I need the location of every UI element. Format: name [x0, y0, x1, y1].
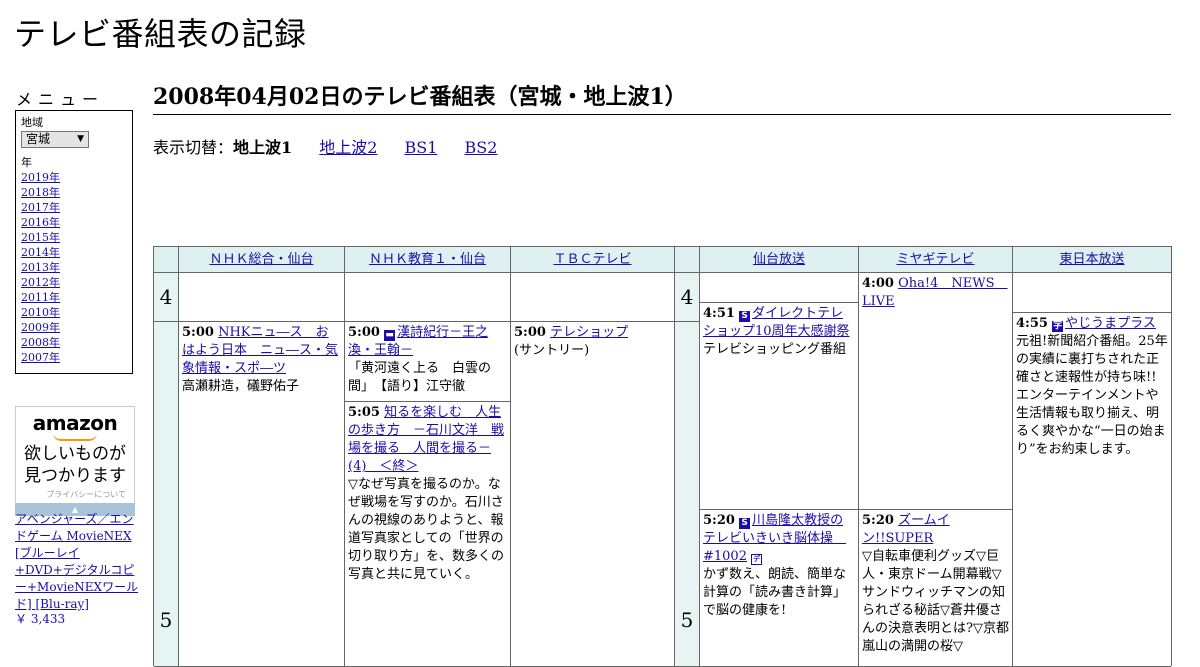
program-time: 5:00 — [348, 325, 380, 340]
data-broadcast-mark-icon: デ — [751, 554, 763, 565]
ad-product-link[interactable]: アベンジャーズ／エンドゲーム MovieNEX [ブルーレイ+DVD+デジタルコ… — [15, 511, 139, 613]
program-time: 5:20 — [862, 513, 894, 528]
program-cell: 4:00 Oha!4 NEWS LIVE — [859, 273, 1013, 510]
program-cell: 5:00 NHKニュ―ス おはよう日本 ニュ―ス・気象情報・スポ―ツ 高瀬耕造，… — [179, 322, 345, 667]
year-list: 2019年 2018年 2017年 2016年 2015年 2014年 2013… — [21, 170, 127, 365]
hour-cell: 5 — [154, 322, 179, 667]
hour-cell: 4 — [154, 273, 179, 322]
channel-header: ＮＨＫ教育１・仙台 — [345, 247, 511, 273]
program-cell: 5:20 ズームイン!!SUPER ▽自転車便利グッズ▽巨人・東京ドーム開幕戦▽… — [859, 510, 1013, 667]
program-time: 4:00 — [862, 276, 894, 291]
year-link[interactable]: 2016年 — [21, 216, 60, 229]
channel-link[interactable]: ＮＨＫ総合・仙台 — [209, 252, 313, 267]
program-time: 4:55 — [1016, 316, 1048, 331]
hour-header-middle — [675, 247, 700, 273]
program-desc: (サントリー) — [514, 343, 590, 358]
ad-text-line-2: 見つかります — [24, 466, 126, 486]
program-cell: 4:55 字やじうまプラス 元祖!新聞紹介番組。25年の実績に裏打ちされた正確さ… — [1013, 313, 1171, 667]
program-time: 4:51 — [703, 306, 735, 321]
amazon-ad-banner[interactable]: amazon 欲しいものが 見つかります プライバシーについて ▲ — [15, 406, 135, 516]
empty-slot — [1013, 273, 1171, 313]
hour-label: 5 — [159, 608, 173, 632]
ad-text-line-1: 欲しいものが — [24, 444, 126, 464]
switch-link-chijo2[interactable]: 地上波2 — [319, 138, 377, 157]
ad-privacy-link[interactable]: プライバシーについて — [16, 489, 134, 500]
hour-cell: 4 — [675, 273, 700, 322]
channel-link[interactable]: ＴＢＣテレビ — [553, 252, 631, 267]
program-desc: 高瀬耕造，礒野佑子 — [182, 379, 300, 394]
region-label: 地域 — [21, 116, 43, 129]
program-grid: ＮＨＫ総合・仙台 ＮＨＫ教育１・仙台 ＴＢＣテレビ 仙台放送 ミヤギテレビ 東日… — [153, 246, 1172, 667]
year-link[interactable]: 2011年 — [21, 291, 60, 304]
channel-switcher: 表示切替：地上波1 地上波2 BS1 BS2 — [153, 134, 519, 158]
channel-header: ＴＢＣテレビ — [511, 247, 675, 273]
switcher-current: 地上波1 — [233, 138, 293, 157]
hour-label: 5 — [680, 608, 694, 632]
year-label: 年 — [21, 156, 32, 169]
region-select[interactable]: 宮城 ▼ — [21, 131, 89, 148]
year-link[interactable]: 2012年 — [21, 276, 60, 289]
empty-slot — [511, 273, 675, 322]
program-desc: ▽なぜ写真を撮るのか。なぜ戦場を写すのか。石川さんの視線のありようと、報道写真家… — [348, 477, 505, 582]
menu-title: メニュー — [16, 90, 105, 109]
menu-panel: 地域 宮城 ▼ 年 2019年 2018年 2017年 2016年 2015年 … — [15, 110, 133, 374]
caption-mark-icon: ▬ — [384, 330, 396, 341]
amazon-logo: amazon — [32, 411, 118, 435]
program-desc: ▽自転車便利グッズ▽巨人・東京ドーム開幕戦▽サンドウィッチマンの知られざる秘話▽… — [862, 549, 1009, 654]
channel-link[interactable]: 仙台放送 — [753, 252, 805, 267]
channel-header: 仙台放送 — [700, 247, 859, 273]
stereo-mark-icon: S — [739, 311, 751, 322]
year-link[interactable]: 2008年 — [21, 336, 60, 349]
hour-label: 4 — [159, 285, 173, 309]
empty-slot — [179, 273, 345, 322]
page-title: 2008年04月02日のテレビ番組表（宮城・地上波1） — [153, 82, 1171, 115]
empty-slot — [700, 273, 859, 303]
year-link[interactable]: 2017年 — [21, 201, 60, 214]
program-cell: 4:51 S ダイレクトテレショップ10周年大感謝祭 テレビショッピング番組 — [700, 303, 859, 510]
year-link[interactable]: 2007年 — [21, 351, 60, 364]
channel-link[interactable]: 東日本放送 — [1059, 252, 1124, 267]
program-desc: テレビショッピング番組 — [703, 342, 847, 357]
program-desc: 「黄河遠く上る 白雲の間」 【語り】江守徹 — [348, 361, 492, 394]
channel-header: ＮＨＫ総合・仙台 — [179, 247, 345, 273]
channel-link[interactable]: ＮＨＫ教育１・仙台 — [369, 252, 486, 267]
program-time: 5:20 — [703, 513, 735, 528]
year-link[interactable]: 2018年 — [21, 186, 60, 199]
program-title-link[interactable]: やじうまプラス — [1065, 316, 1156, 331]
year-link[interactable]: 2009年 — [21, 321, 60, 334]
region-select-value: 宮城 — [26, 132, 51, 146]
channel-header: 東日本放送 — [1013, 247, 1171, 273]
year-link[interactable]: 2015年 — [21, 231, 60, 244]
switch-link-bs1[interactable]: BS1 — [405, 138, 438, 157]
caption-mark-icon: 字 — [1052, 321, 1064, 332]
program-desc: かず数え、朗読、簡単な計算の「読み書き計算」で脳の健康を! — [703, 567, 847, 618]
program-desc: 元祖!新聞紹介番組。25年の実績に裏打ちされた正確さと速報性が持ち味!!エンター… — [1016, 334, 1168, 457]
program-cell: 5:00 ▬ 漢詩紀行－王之渙・王翰－ 「黄河遠く上る 白雲の間」 【語り】江守徹 — [345, 322, 511, 402]
empty-slot — [345, 273, 511, 322]
year-link[interactable]: 2013年 — [21, 261, 60, 274]
program-time: 5:00 — [514, 325, 546, 340]
program-cell: 5:00 テレショップ (サントリー) — [511, 322, 675, 667]
channel-link[interactable]: ミヤギテレビ — [896, 252, 974, 267]
site-title: テレビ番組表の記録 — [14, 15, 307, 53]
stereo-mark-icon: S — [739, 518, 751, 529]
program-cell: 5:20 S 川島隆太教授のテレビいきいき脳体操 #1002 デ かず数え、朗読、… — [700, 510, 859, 667]
channel-header: ミヤギテレビ — [859, 247, 1013, 273]
ad-product-price: ￥ 3,433 — [15, 612, 66, 626]
year-link[interactable]: 2019年 — [21, 171, 60, 184]
year-link[interactable]: 2010年 — [21, 306, 60, 319]
hour-header-left — [154, 247, 179, 273]
switcher-label: 表示切替： — [153, 138, 234, 157]
program-time: 5:05 — [348, 405, 380, 420]
hour-cell: 5 — [675, 322, 700, 667]
program-title-link[interactable]: テレショップ — [550, 325, 628, 340]
program-cell: 5:05 知るを楽しむ 人生の歩き方 －石川文洋 戦場を撮る 人間を撮る－(4)… — [345, 402, 511, 667]
year-link[interactable]: 2014年 — [21, 246, 60, 259]
chevron-down-icon: ▼ — [77, 134, 84, 144]
hour-label: 4 — [680, 285, 694, 309]
switch-link-bs2[interactable]: BS2 — [465, 138, 498, 157]
program-time: 5:00 — [182, 325, 214, 340]
